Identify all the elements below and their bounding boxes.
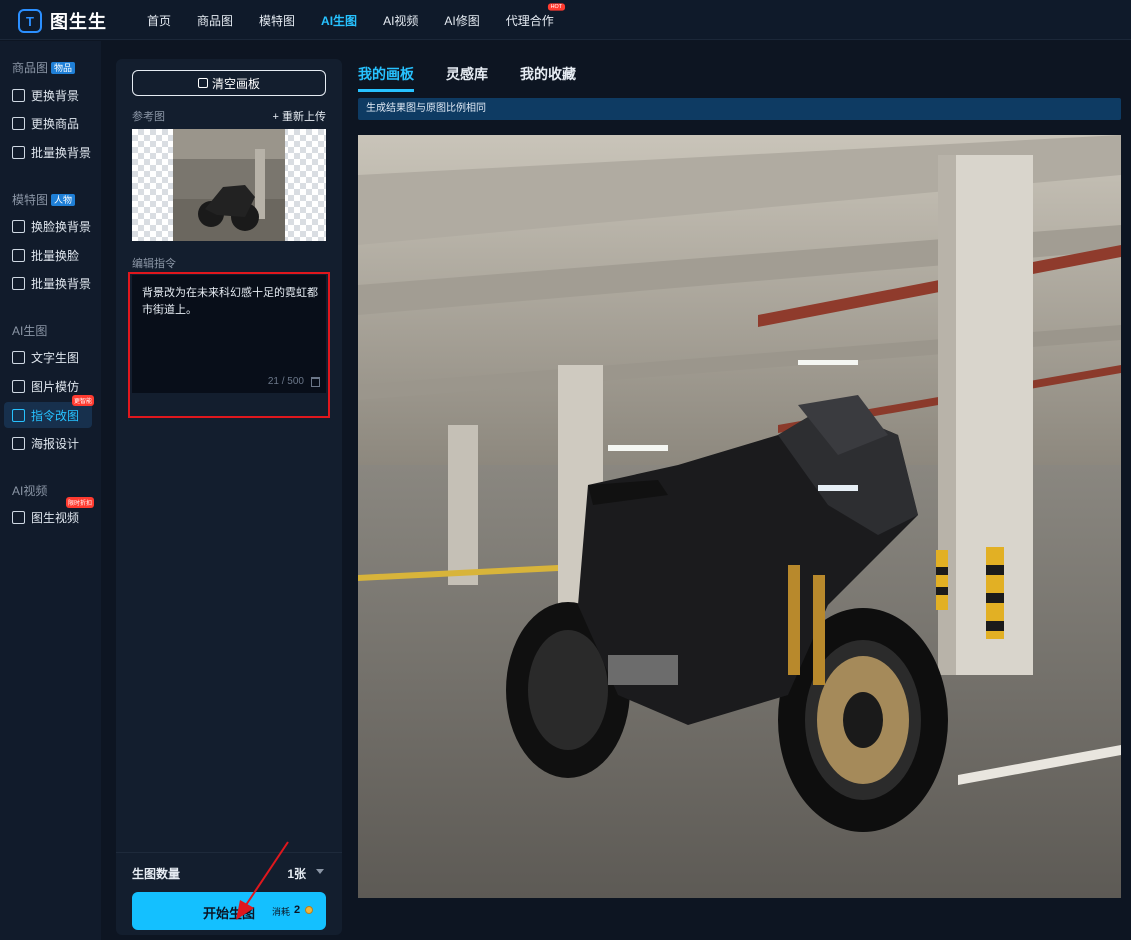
sidebar-item-label: 文字生图 <box>31 350 80 365</box>
logo-icon: T <box>18 9 42 33</box>
section-title-text: 模特图 <box>12 193 49 207</box>
brand-logo[interactable]: T 图生生 <box>18 8 107 34</box>
motorcycle-thumbnail-icon <box>173 129 285 241</box>
motorcycle-garage-image <box>358 135 1121 898</box>
section-badge: 人物 <box>51 193 76 206</box>
tab-inspiration[interactable]: 灵感库 <box>446 64 488 92</box>
sidebar-item-label: 更换商品 <box>31 116 80 131</box>
sidebar-item-text-to-image[interactable]: 文字生图 <box>4 344 92 370</box>
hot-badge: HOT <box>548 2 565 11</box>
image-icon <box>12 88 25 102</box>
edit-instruction-label: 编辑指令 <box>132 258 176 270</box>
reupload-button[interactable]: + 重新上传 <box>273 108 326 124</box>
sidebar-item-label: 批量换脸 <box>31 248 80 263</box>
trash-icon[interactable] <box>311 377 320 387</box>
section-title-text: AI生图 <box>12 324 48 338</box>
face-swap-icon <box>12 219 25 233</box>
divider <box>116 852 342 853</box>
sidebar-item-label: 指令改图 <box>31 408 80 423</box>
reference-image-preview[interactable] <box>132 129 326 241</box>
video-icon <box>12 510 25 524</box>
image-count-label: 生图数量 <box>132 867 181 881</box>
nav-item-ai-retouch[interactable]: AI修图 <box>444 12 479 29</box>
edit-instruction-text: 背景改为在未来科幻感十足的霓虹都市街道上。 <box>142 287 318 316</box>
sidebar-item-label: 海报设计 <box>31 436 80 451</box>
result-image[interactable] <box>358 135 1121 898</box>
section-title-text: 商品图 <box>12 61 49 75</box>
chevron-down-icon[interactable] <box>316 869 324 874</box>
tab-my-canvas[interactable]: 我的画板 <box>358 64 414 92</box>
smart-tag: 更智能 <box>71 395 94 406</box>
edit-icon <box>12 408 25 422</box>
section-badge: 物品 <box>51 61 76 74</box>
ratio-notice: 生成结果图与原图比例相同 <box>358 98 1121 120</box>
clear-canvas-label: 清空画板 <box>211 76 260 91</box>
edit-instruction-textarea[interactable]: 背景改为在未来科幻感十足的霓虹都市街道上。 21 / 500 <box>132 275 326 393</box>
coin-icon <box>305 906 313 914</box>
sidebar-item-change-background[interactable]: 更换背景 <box>4 82 92 108</box>
sidebar-item-label: 图生视频 <box>31 510 80 525</box>
sidebar-item-image-to-video[interactable]: 图生视频 限时折扣 <box>4 497 94 530</box>
images-icon <box>12 276 25 290</box>
sidebar-item-label: 图片模仿 <box>31 379 80 394</box>
images-icon <box>12 145 25 159</box>
face-scan-icon <box>12 248 25 262</box>
section-title-text: AI视频 <box>12 484 48 498</box>
nav-item-agency[interactable]: 代理合作 HOT <box>505 2 565 29</box>
nav-item-home[interactable]: 首页 <box>147 12 171 29</box>
sidebar-item-batch-background-model[interactable]: 批量换背景 <box>4 270 92 296</box>
sidebar-item-poster-design[interactable]: 海报设计 <box>4 430 92 456</box>
nav-item-ai-video[interactable]: AI视频 <box>383 12 418 29</box>
section-title-product: 商品图 物品 <box>12 59 76 76</box>
sidebar-item-face-background[interactable]: 换脸换背景 <box>4 213 92 239</box>
sidebar-item-label: 批量换背景 <box>31 276 92 291</box>
brand-name: 图生生 <box>50 12 107 32</box>
section-title-ai-video: AI视频 <box>12 482 47 499</box>
sidebar-item-label: 更换背景 <box>31 88 80 103</box>
nav-item-product-image[interactable]: 商品图 <box>197 12 233 29</box>
annotation-arrow-icon <box>236 841 289 920</box>
top-navigation-bar: T 图生生 首页 商品图 模特图 AI生图 AI视频 AI修图 代理合作 HOT <box>0 0 1131 40</box>
sidebar-item-batch-background[interactable]: 批量换背景 <box>4 139 92 165</box>
text-image-icon <box>12 350 25 364</box>
reference-image-label: 参考图 <box>132 111 165 123</box>
poster-icon <box>12 436 25 450</box>
tab-favorites[interactable]: 我的收藏 <box>520 64 576 92</box>
sidebar-item-label: 换脸换背景 <box>31 219 92 234</box>
nav-item-ai-image[interactable]: AI生图 <box>321 12 357 29</box>
sidebar-item-change-product[interactable]: 更换商品 <box>4 110 92 136</box>
canvas-tabs: 我的画板 灵感库 我的收藏 <box>358 64 608 92</box>
clear-icon <box>197 78 208 88</box>
sidebar-item-label: 批量换背景 <box>31 145 92 160</box>
control-panel: 清空画板 参考图 + 重新上传 编辑指令 背景改为在未来科幻感十足的霓虹都市街道… <box>116 59 342 935</box>
sidebar-item-batch-face[interactable]: 批量换脸 <box>4 242 92 268</box>
section-title-model: 模特图 人物 <box>12 191 76 208</box>
section-title-ai-image: AI生图 <box>12 322 47 339</box>
reference-image-thumbnail <box>173 129 285 241</box>
discount-tag: 限时折扣 <box>65 497 94 508</box>
left-sidebar: 商品图 物品 更换背景 更换商品 批量换背景 模特图 人物 换脸换背景 批量换脸… <box>0 41 101 940</box>
sidebar-item-instruction-edit[interactable]: 指令改图 更智能 <box>4 395 94 428</box>
image-copy-icon <box>12 379 25 393</box>
clear-canvas-button[interactable]: 清空画板 <box>132 70 326 96</box>
main-nav: 首页 商品图 模特图 AI生图 AI视频 AI修图 代理合作 HOT <box>147 0 580 40</box>
nav-item-agency-label: 代理合作 <box>505 13 554 28</box>
char-counter: 21 / 500 <box>267 376 304 387</box>
nav-item-model-image[interactable]: 模特图 <box>259 12 295 29</box>
swap-icon <box>12 116 25 130</box>
